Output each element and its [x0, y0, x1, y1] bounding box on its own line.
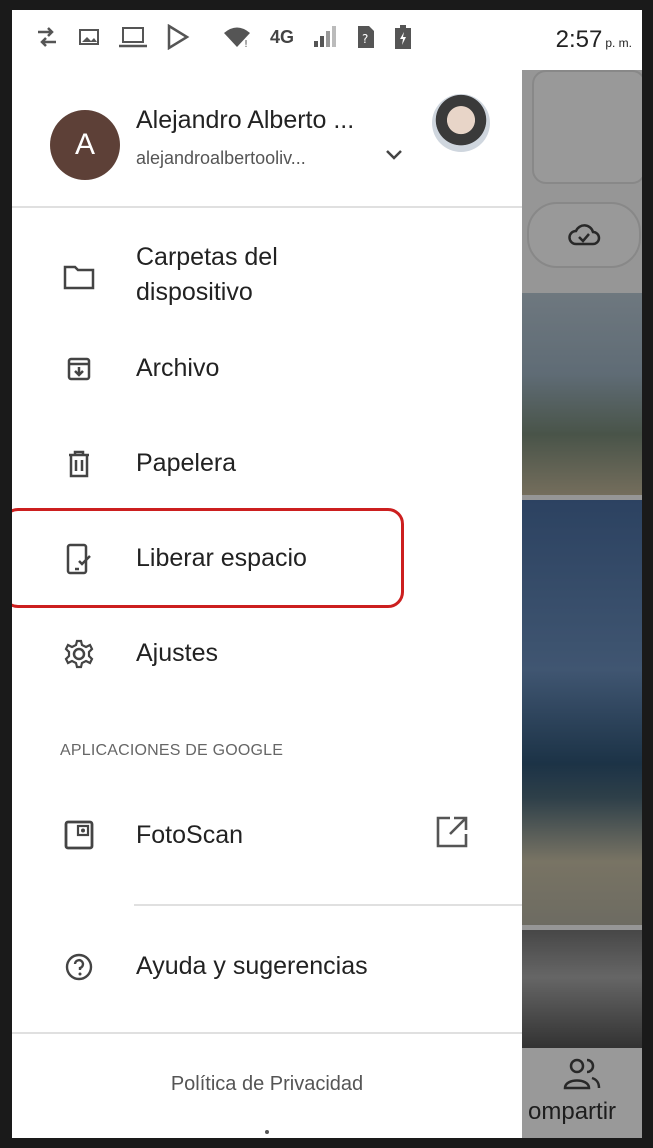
status-bar: ! 4G ? 2:57 p. m.: [12, 10, 642, 70]
play-store-icon: [167, 24, 190, 50]
privacy-policy-link[interactable]: Política de Privacidad: [12, 1073, 522, 1096]
menu-item-device-folders[interactable]: Carpetas del dispositivo: [12, 232, 522, 322]
highlight-annotation: [12, 508, 404, 608]
image-notification-icon: [79, 29, 99, 45]
avatar[interactable]: A: [50, 110, 120, 180]
signal-icon: [314, 26, 337, 47]
chevron-down-icon[interactable]: [384, 148, 404, 162]
menu-item-label: Ajustes: [136, 639, 218, 667]
laptop-icon: [119, 27, 147, 48]
svg-text:?: ?: [362, 32, 368, 46]
page-indicator-dot: [265, 1130, 269, 1134]
divider: [12, 1032, 522, 1034]
section-header-google-apps: APLICACIONES DE GOOGLE: [60, 742, 284, 759]
folder-icon: [63, 265, 95, 290]
phone-screen: ompartir ! 4G ? 2:57 p. m. A Alejandro A…: [12, 10, 642, 1138]
menu-item-archive[interactable]: Archivo: [12, 340, 522, 400]
network-type-label: 4G: [270, 26, 295, 47]
wifi-icon: !: [224, 27, 250, 49]
open-external-icon[interactable]: [434, 814, 470, 850]
menu-item-label: Archivo: [136, 354, 220, 382]
photoscan-icon: [64, 820, 94, 850]
trash-icon: [69, 450, 89, 478]
help-icon: [65, 953, 93, 981]
menu-item-help[interactable]: Ayuda y sugerencias: [12, 938, 522, 998]
sim-icon: ?: [358, 26, 375, 48]
menu-item-label: Carpetas del dispositivo: [136, 243, 278, 306]
divider: [12, 206, 522, 208]
status-time: 2:57 p. m.: [556, 26, 632, 54]
archive-icon: [67, 357, 91, 381]
battery-icon: [395, 25, 412, 49]
data-transfer-icon: [38, 27, 56, 47]
account-email: alejandroalbertooliv...: [136, 148, 306, 168]
status-time-suffix: p. m.: [605, 36, 632, 50]
svg-text:!: !: [244, 39, 248, 49]
menu-item-trash[interactable]: Papelera: [12, 435, 522, 495]
gear-icon: [64, 639, 94, 669]
account-name: Alejandro Alberto ...: [136, 106, 355, 134]
menu-item-label: FotoScan: [136, 821, 244, 849]
status-time-value: 2:57: [555, 26, 603, 53]
menu-item-settings[interactable]: Ajustes: [12, 625, 522, 685]
divider: [134, 904, 522, 906]
menu-item-label: Ayuda y sugerencias: [136, 952, 368, 980]
account-header[interactable]: A Alejandro Alberto ... alejandroalberto…: [12, 70, 522, 208]
secondary-account-avatar[interactable]: [432, 94, 490, 152]
menu-item-label: Papelera: [136, 449, 237, 477]
